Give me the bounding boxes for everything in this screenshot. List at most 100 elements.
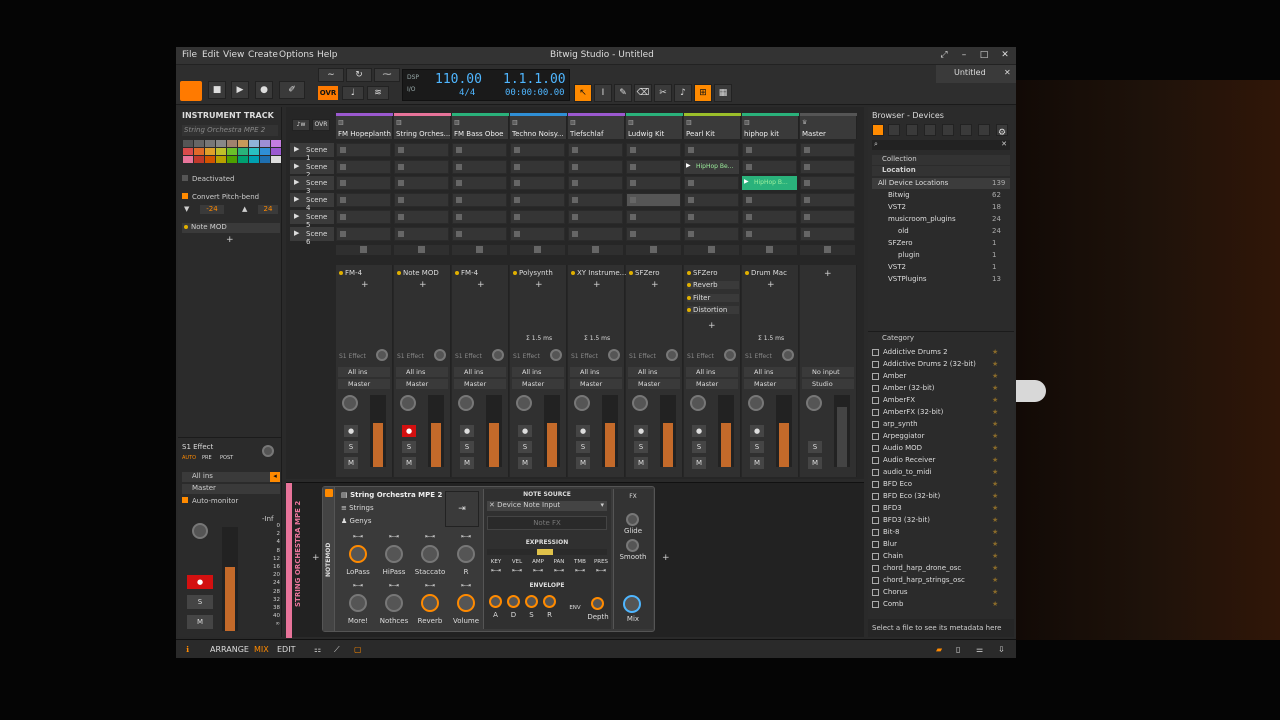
record-button[interactable]: ●: [255, 81, 273, 99]
favorite-star-icon[interactable]: ★: [992, 420, 998, 428]
clip-slot[interactable]: [510, 209, 565, 224]
clip-slot[interactable]: [626, 176, 681, 191]
input-routing[interactable]: All ins: [454, 367, 506, 377]
music-tab-icon[interactable]: [942, 124, 954, 136]
send-knob[interactable]: [782, 349, 794, 361]
play-button[interactable]: ▶: [231, 81, 249, 99]
menu-create[interactable]: Create: [248, 50, 278, 60]
collection-section[interactable]: Collection: [872, 155, 1010, 165]
macro-knob[interactable]: [349, 594, 367, 612]
pen-tool-icon[interactable]: ✎: [614, 84, 632, 102]
track-stop-button[interactable]: [684, 245, 739, 255]
favorite-star-icon[interactable]: ★: [992, 552, 998, 560]
input-routing[interactable]: No input: [802, 367, 854, 377]
clip-slot[interactable]: [394, 209, 449, 224]
clip[interactable]: ▶ HipHop B...: [742, 176, 797, 191]
clip-slot[interactable]: [394, 226, 449, 241]
pan-knob[interactable]: [748, 395, 764, 411]
pan-knob[interactable]: [690, 395, 706, 411]
location-item[interactable]: musicroom_plugins 24: [872, 214, 1010, 225]
auto-toggle[interactable]: AUTO: [182, 455, 196, 461]
output-routing[interactable]: Master: [512, 379, 564, 389]
track-header[interactable]: ▥ Pearl Kit: [684, 113, 741, 139]
clip-slot[interactable]: [452, 143, 507, 157]
clip-slot[interactable]: [452, 193, 507, 208]
send-knob[interactable]: [550, 349, 562, 361]
clip-slot[interactable]: [800, 226, 855, 241]
menu-file[interactable]: File: [182, 50, 197, 60]
add-device-icon[interactable]: +: [651, 280, 659, 290]
macro-knob[interactable]: [457, 594, 475, 612]
mute-button[interactable]: M: [808, 457, 822, 469]
smooth-knob[interactable]: [626, 539, 639, 552]
channel-device[interactable]: Distortion: [687, 306, 739, 314]
clip-slot[interactable]: [626, 193, 681, 208]
track-header[interactable]: ♛ Master: [800, 113, 857, 139]
favorite-star-icon[interactable]: ★: [992, 408, 998, 416]
channel-device[interactable]: FM-4: [455, 269, 478, 277]
note-editor-icon[interactable]: ⚏: [314, 645, 321, 654]
clip-slot[interactable]: [394, 143, 449, 157]
add-device-icon[interactable]: +: [824, 269, 832, 279]
location-item[interactable]: old 24: [872, 226, 1010, 237]
output-routing[interactable]: Master: [686, 379, 738, 389]
clip-slot[interactable]: [742, 143, 797, 157]
input-routing[interactable]: All ins: [628, 367, 680, 377]
track-stop-button[interactable]: [452, 245, 507, 255]
punch-icon[interactable]: ⁓: [374, 68, 400, 82]
solo-button[interactable]: S: [750, 441, 764, 453]
output-routing[interactable]: Master: [454, 379, 506, 389]
modulation-arrows-icon[interactable]: ⇤⇥: [341, 533, 375, 540]
track-header[interactable]: ▥ Techno Noisy...: [510, 113, 567, 139]
monitor-icon[interactable]: ◂: [270, 472, 280, 482]
favorite-star-icon[interactable]: ★: [992, 504, 998, 512]
track-stop-button[interactable]: [568, 245, 623, 255]
audition-tool-icon[interactable]: ♪: [674, 84, 692, 102]
macro-knob[interactable]: [349, 545, 367, 563]
output-routing[interactable]: Master: [396, 379, 448, 389]
mixer-ovr-button[interactable]: OVR: [312, 119, 330, 131]
output-routing[interactable]: Master: [628, 379, 680, 389]
volume-fader[interactable]: [834, 395, 850, 467]
color-palette[interactable]: [183, 140, 281, 170]
favorite-star-icon[interactable]: ★: [992, 396, 998, 404]
presets-tab-icon[interactable]: [888, 124, 900, 136]
volume-fader[interactable]: [222, 527, 238, 631]
clip-slot[interactable]: [568, 209, 623, 224]
clip-slot[interactable]: [800, 143, 855, 157]
stop-button[interactable]: ■: [208, 81, 226, 99]
record-arm-button[interactable]: ●: [460, 425, 474, 437]
solo-button[interactable]: S: [808, 441, 822, 453]
category-item[interactable]: BFD Eco ★: [872, 480, 1010, 488]
devices-tab-icon[interactable]: [872, 124, 884, 136]
solo-button[interactable]: S: [576, 441, 590, 453]
favorite-star-icon[interactable]: ★: [992, 480, 998, 488]
location-item[interactable]: Bitwig 62: [872, 190, 1010, 201]
category-item[interactable]: Blur ★: [872, 540, 1010, 548]
track-stop-button[interactable]: [510, 245, 565, 255]
add-device-after-icon[interactable]: +: [662, 553, 670, 563]
mute-button[interactable]: M: [634, 457, 648, 469]
envelope-knob[interactable]: [543, 595, 556, 608]
input-routing[interactable]: All ins ◂: [182, 472, 280, 482]
location-section[interactable]: Location: [872, 166, 1010, 176]
solo-button[interactable]: S: [692, 441, 706, 453]
multisample-tab-icon[interactable]: [906, 124, 918, 136]
pan-knob[interactable]: [574, 395, 590, 411]
input-routing[interactable]: All ins: [744, 367, 796, 377]
channel-device[interactable]: FM-4: [339, 269, 362, 277]
clip-slot[interactable]: [336, 176, 391, 191]
favorite-star-icon[interactable]: ★: [992, 540, 998, 548]
convert-pitchbend-checkbox[interactable]: Convert Pitch-bend: [182, 193, 259, 201]
favorite-star-icon[interactable]: ★: [992, 576, 998, 584]
track-header[interactable]: ▥ Ludwig Kit: [626, 113, 683, 139]
add-device-icon[interactable]: +: [419, 280, 427, 290]
clip-slot[interactable]: [568, 143, 623, 157]
record-arm-button[interactable]: ●: [750, 425, 764, 437]
mute-button[interactable]: M: [402, 457, 416, 469]
location-item[interactable]: plugin 1: [872, 250, 1010, 261]
clip-slot[interactable]: [510, 226, 565, 241]
knife-tool-icon[interactable]: ✂: [654, 84, 672, 102]
location-item[interactable]: VST2 18: [872, 202, 1010, 213]
clip-slot[interactable]: [336, 143, 391, 157]
